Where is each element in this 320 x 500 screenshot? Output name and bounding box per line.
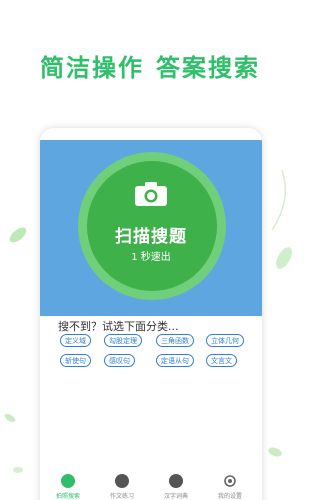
tag-trig-functions[interactable]: 三角函数: [156, 334, 194, 347]
tab-label: 作文练习: [109, 493, 134, 500]
scan-title: 扫描搜题: [115, 227, 187, 247]
tag-imperative-sentence[interactable]: 斩使句: [60, 354, 91, 367]
tab-settings[interactable]: 我的设置: [204, 472, 256, 500]
tag-pythagorean-theorem[interactable]: 勾股定理: [104, 334, 142, 347]
tab-label: 拍照搜索: [55, 493, 80, 500]
tag-definition-domain[interactable]: 定义域: [60, 334, 91, 347]
tagline: 简洁操作 答案搜索: [0, 48, 300, 83]
tagline-left: 简洁操作: [40, 54, 144, 82]
tag-attributive-clause[interactable]: 定语从句: [156, 354, 194, 367]
tag-solid-geometry[interactable]: 立体几何: [206, 334, 244, 347]
tab-essay-practice[interactable]: 作文练习: [96, 472, 148, 500]
scan-panel: 扫描搜题 1 秒速出: [40, 140, 262, 316]
tag-classical-chinese[interactable]: 文言文: [206, 354, 237, 367]
tab-photo-search[interactable]: 拍照搜索: [42, 472, 94, 500]
phone-frame: 扫描搜题 1 秒速出 搜不到？试选下面分类... 定义域 勾股定理 三角函数 立…: [40, 128, 262, 500]
essay-icon: [115, 474, 129, 488]
category-prompt: 搜不到？试选下面分类...: [58, 320, 179, 333]
tab-label: 汉字词典: [163, 493, 188, 500]
dictionary-icon: [169, 474, 183, 488]
tab-label: 我的设置: [217, 493, 242, 500]
bottom-tab-bar: 拍照搜索 作文练习 汉字词典 我的设置: [40, 472, 262, 500]
camera-icon: [61, 474, 75, 488]
gear-icon: [224, 475, 236, 487]
camera-icon: [135, 182, 167, 206]
tagline-right: 答案搜索: [156, 54, 260, 82]
tag-exclamatory-sentence[interactable]: 感叹句: [104, 354, 135, 367]
scan-subtitle: 1 秒速出: [131, 252, 171, 263]
tab-dictionary[interactable]: 汉字词典: [150, 472, 202, 500]
